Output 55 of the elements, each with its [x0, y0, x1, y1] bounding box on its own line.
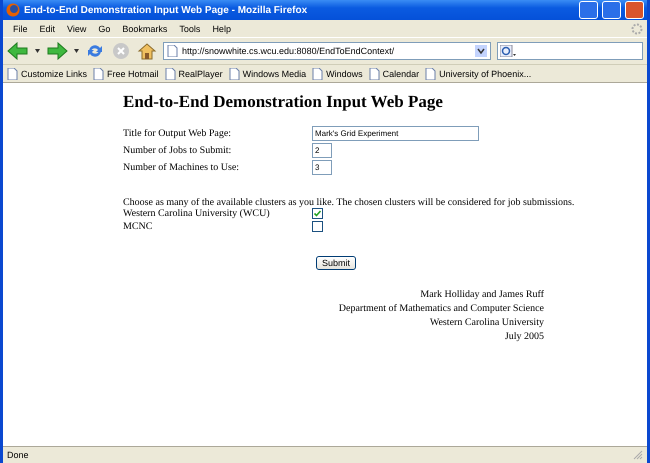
search-field[interactable] [497, 42, 643, 60]
minimize-button[interactable] [579, 1, 598, 19]
menu-item[interactable]: File [7, 24, 34, 34]
home-button[interactable] [137, 41, 157, 61]
bookmark-link[interactable]: Free Hotmail [107, 68, 159, 78]
field-label: Number of Machines to Use: [123, 162, 240, 173]
page-icon [368, 68, 380, 80]
input-field[interactable]: Mark's Grid Experiment [312, 126, 479, 141]
menu-item[interactable]: Bookmarks [116, 24, 174, 34]
page-icon [228, 68, 240, 80]
instructions-text: Choose as many of the available clusters as you like. The chosen clusters will be considered for job submissions. [123, 197, 576, 208]
field-label: Title for Output Web Page: [123, 128, 232, 139]
bookmark-link[interactable]: Windows Media [242, 68, 306, 78]
submit-button[interactable]: Submit [316, 256, 356, 270]
bookmark-link[interactable]: University of Phoenix... [439, 68, 532, 78]
browser-logo-icon [6, 3, 20, 17]
menu-item[interactable]: View [61, 24, 92, 34]
throbber-icon [631, 22, 643, 34]
bookmark-link[interactable]: Windows [326, 68, 363, 78]
page-icon [93, 68, 104, 80]
menu-item[interactable]: Edit [34, 24, 62, 34]
search-engine-icon[interactable] [500, 45, 516, 57]
credit-line: July 2005 [504, 330, 544, 344]
menu-item[interactable]: Tools [173, 24, 206, 34]
address-field[interactable]: http://snowwhite.cs.wcu.edu:8080/EndToEndContext/ [163, 42, 491, 60]
bookmark-link[interactable]: RealPlayer [178, 68, 223, 78]
window-title: End-to-End Demonstration Input Web Page - Mozilla Firefox [24, 4, 308, 16]
caret-icon[interactable] [74, 49, 79, 53]
checkbox[interactable] [312, 208, 323, 219]
checkbox[interactable] [312, 221, 323, 232]
back-button[interactable] [7, 41, 29, 61]
menu-item[interactable]: Go [92, 24, 116, 34]
credit-line: Western Carolina University [430, 316, 544, 330]
status-text: Done [7, 450, 30, 460]
page-heading: End-to-End Demonstration Input Web Page [123, 92, 444, 112]
page-icon [164, 68, 176, 80]
page-icon [312, 68, 324, 80]
input-field[interactable]: 2 [312, 143, 332, 158]
credit-line: Department of Mathematics and Computer Science [338, 302, 544, 316]
page-icon [167, 45, 178, 57]
resize-grip-icon[interactable] [633, 450, 643, 460]
field-label: Number of Jobs to Submit: [123, 145, 232, 156]
close-button[interactable] [625, 1, 644, 19]
bookmark-link[interactable]: Customize Links [21, 68, 88, 78]
bookmark-link[interactable]: Calendar [382, 68, 420, 78]
page-icon [7, 68, 18, 80]
caret-icon[interactable] [35, 49, 40, 53]
cluster-label: Western Carolina University (WCU) [123, 208, 271, 219]
page-icon [425, 68, 436, 80]
forward-button[interactable] [46, 41, 68, 61]
cluster-label: MCNC [123, 221, 154, 232]
credit-line: Mark Holliday and James Ruff [420, 288, 544, 302]
input-field[interactable]: 3 [312, 160, 332, 175]
maximize-button[interactable] [602, 1, 621, 19]
menu-item[interactable]: Help [206, 24, 237, 34]
